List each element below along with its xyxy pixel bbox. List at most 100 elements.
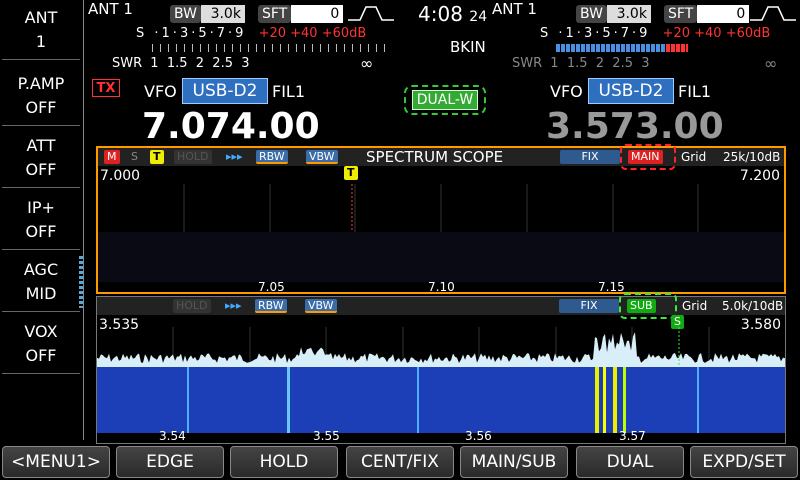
main-status-bar: ANT 1	[88, 0, 133, 26]
agc-value: MID	[25, 283, 57, 303]
hold-button[interactable]: HOLD	[230, 446, 338, 478]
main-swr-label: SWR	[112, 56, 143, 71]
vox-button[interactable]: VOX OFF	[2, 314, 80, 374]
waterfall-signal-trace	[595, 367, 599, 433]
main-s-scale: ·1·3·5·7·9	[154, 26, 247, 41]
sub-meter-bar-red	[666, 44, 688, 52]
sub-ant: ANT 1	[492, 0, 537, 18]
dual-button[interactable]: DUAL	[576, 446, 684, 478]
att-button[interactable]: ATT OFF	[2, 128, 80, 188]
sub-badge-highlight	[619, 293, 677, 319]
clock-time: 4:08	[418, 2, 463, 26]
sub-bw-value: 3.0k	[606, 5, 651, 23]
vox-label: VOX	[24, 321, 58, 341]
main-spectrum-scope[interactable]: M S T HOLD ▸▸▸ RBW VBW SPECTRUM SCOPE FI…	[96, 144, 786, 294]
ip-plus-label: IP+	[27, 197, 55, 217]
waterfall-signal-trace	[697, 367, 699, 433]
main-bw-value: 3.0k	[200, 5, 245, 23]
main-scope-speed-icon: ▸▸▸	[226, 150, 243, 163]
sub-swr-meter: SWR 1 1.5 2 2.5 3 ∞	[512, 54, 777, 73]
main-scope-grid-label: Grid	[681, 150, 707, 164]
main-s-label: S	[136, 26, 145, 41]
main-swr-meter: SWR 1 1.5 2 2.5 3 ∞	[112, 54, 373, 73]
waterfall-signal-trace	[623, 367, 626, 433]
main-sft-label: SFT	[258, 5, 292, 23]
main-sub-button[interactable]: MAIN/SUB	[460, 446, 568, 478]
main-scope-vbw: VBW	[306, 150, 338, 164]
main-scope-t-badge: T	[150, 150, 164, 164]
bkin-indicator: BKIN	[450, 38, 486, 56]
sub-spectrum-scope[interactable]: HOLD ▸▸▸ RBW VBW FIX SUB Grid 5.0k/10dB …	[96, 293, 786, 444]
sub-scope-hold: HOLD	[173, 299, 211, 313]
ant-button[interactable]: ANT 1	[2, 0, 80, 60]
sub-vfo-label: VFO	[550, 82, 583, 101]
main-ant: ANT 1	[88, 0, 133, 18]
waterfall-signal-trace	[613, 367, 617, 433]
main-scope-hold: HOLD	[174, 150, 212, 164]
cent-fix-button[interactable]: CENT/FIX	[346, 446, 454, 478]
sub-swr-label: SWR	[512, 56, 543, 71]
side-panel: ANT 1 P.AMP OFF ATT OFF IP+ OFF AGC MID …	[0, 0, 84, 440]
expd-set-button[interactable]: EXPD/SET	[690, 446, 798, 478]
sub-scope-spectrum	[97, 332, 785, 367]
main-swr-scale: 1 1.5 2 2.5 3	[150, 56, 250, 71]
main-scope-plot	[98, 184, 784, 282]
vox-value: OFF	[25, 345, 57, 365]
sub-scope-header: HOLD ▸▸▸ RBW VBW FIX SUB Grid 5.0k/10dB	[97, 297, 785, 315]
sub-scope-span: 5.0k/10dB	[722, 299, 784, 313]
agc-button[interactable]: AGC MID	[2, 252, 83, 312]
ip-plus-button[interactable]: IP+ OFF	[2, 190, 80, 250]
sub-frequency[interactable]: 3.573.00	[546, 106, 724, 147]
sub-sft-value: 0	[697, 5, 750, 23]
main-scope-right-edge: 7.200	[739, 168, 780, 184]
sub-scope-vbw: VBW	[305, 299, 337, 313]
main-sft-value: 0	[291, 5, 344, 23]
sub-filter-label: FIL1	[678, 82, 712, 101]
waterfall-signal-trace	[603, 367, 606, 433]
main-s-over: +20 +40 +60dB	[258, 26, 367, 41]
sub-meter-bar-blue	[556, 44, 666, 52]
sub-scope-waterfall	[97, 367, 785, 433]
main-mode-button[interactable]: USB-D2	[182, 78, 268, 104]
main-scope-header: M S T HOLD ▸▸▸ RBW VBW SPECTRUM SCOPE FI…	[98, 148, 784, 166]
sub-mode-button[interactable]: USB-D2	[588, 78, 674, 104]
preamp-button[interactable]: P.AMP OFF	[2, 66, 80, 126]
sub-s-meter: S ·1·3·5·7·9 +20 +40 +60dB	[540, 26, 770, 41]
scope-title: SPECTRUM SCOPE	[366, 148, 504, 166]
tx-indicator: TX	[92, 79, 120, 97]
sub-scope-plot	[97, 327, 785, 433]
main-frequency[interactable]: 7.074.00	[142, 106, 320, 147]
menu1-button[interactable]: <MENU1>	[2, 446, 110, 478]
agc-label: AGC	[23, 259, 59, 279]
att-label: ATT	[26, 135, 56, 155]
ip-plus-value: OFF	[25, 221, 57, 241]
sub-scope-speed-icon: ▸▸▸	[225, 299, 242, 312]
main-scope-tick-3: 7.15	[598, 280, 625, 294]
waterfall-signal-trace	[287, 367, 290, 433]
main-scope-rbw: RBW	[256, 150, 288, 164]
clock: 4:08 24	[418, 2, 487, 26]
sub-scope-grid-label: Grid	[682, 299, 708, 313]
main-scope-tx-marker: T	[344, 166, 358, 180]
preamp-value: OFF	[25, 97, 57, 117]
sub-s-over: +20 +40 +60dB	[662, 26, 771, 41]
sub-bw-label: BW	[576, 5, 607, 23]
dual-watch-indicator[interactable]: DUAL-W	[411, 90, 479, 110]
main-filter-label: FIL1	[272, 82, 306, 101]
bottom-menu: <MENU1> EDGE HOLD CENT/FIX MAIN/SUB DUAL…	[0, 440, 800, 480]
edge-button[interactable]: EDGE	[116, 446, 224, 478]
main-scope-m-badge: M	[104, 150, 120, 164]
main-meter-ticks	[152, 44, 392, 52]
main-swr-inf: ∞	[360, 54, 374, 73]
sub-s-scale: ·1·3·5·7·9	[558, 26, 651, 41]
sub-s-label: S	[540, 26, 549, 41]
main-bw-label: BW	[170, 5, 201, 23]
sub-filter-shape-icon	[750, 6, 796, 21]
waterfall-background	[97, 367, 785, 433]
sub-status-bar: ANT 1	[492, 0, 537, 26]
main-scope-tick-1: 7.05	[258, 280, 285, 294]
att-value: OFF	[25, 159, 57, 179]
main-scope-waterfall	[98, 232, 784, 282]
sub-sft-label: SFT	[664, 5, 698, 23]
preamp-label: P.AMP	[17, 73, 65, 93]
